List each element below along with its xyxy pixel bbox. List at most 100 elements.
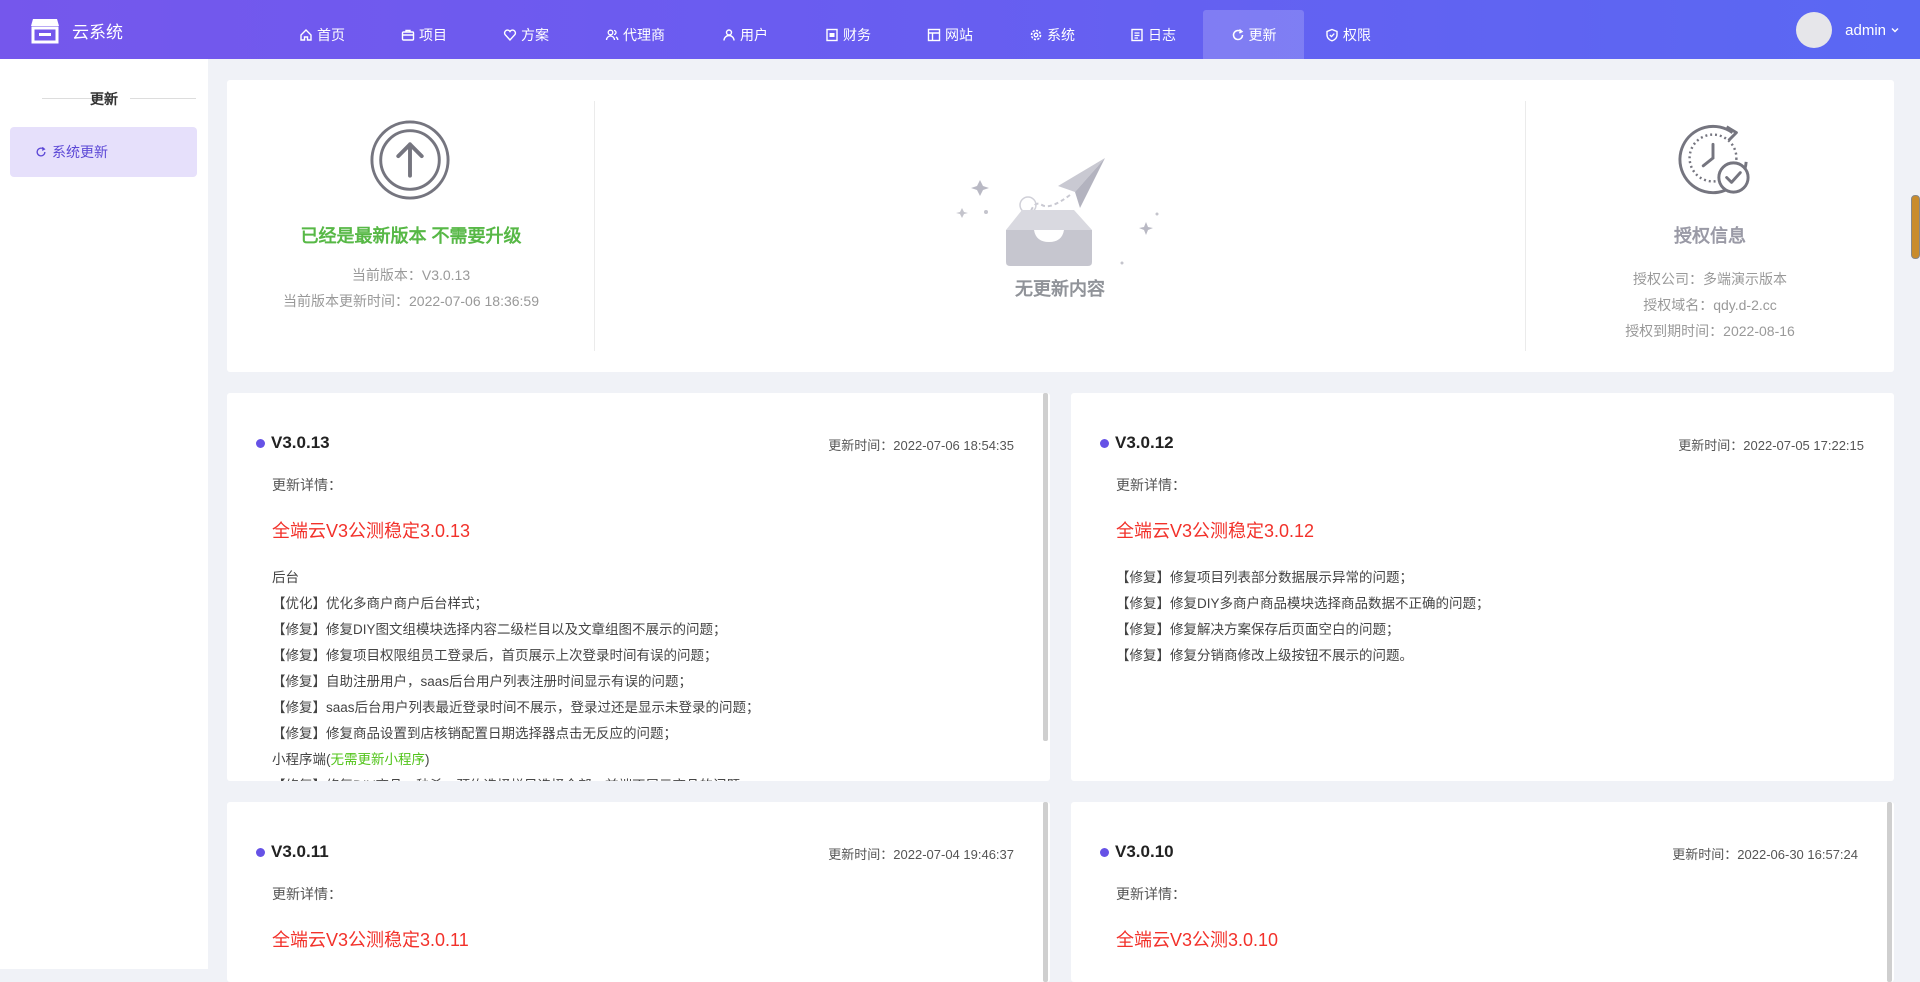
license-check-icon xyxy=(1678,124,1750,195)
version-body: 更新详情： 全端云V3公测3.0.10 xyxy=(1116,884,1864,974)
status-title: 已经是最新版本 不需要升级 xyxy=(300,226,522,246)
version-dot xyxy=(1100,847,1109,857)
version-time: 更新时间：2022-07-04 19:46:37 xyxy=(828,847,1014,862)
divider xyxy=(594,101,595,351)
version-number: V3.0.11 xyxy=(271,842,329,861)
app-name: 云系统 xyxy=(72,22,123,42)
version-dot xyxy=(256,847,265,857)
license-company: 授权公司：多端演示版本 xyxy=(1633,271,1787,287)
list-item: 【优化】优化多商户商户后台样式； xyxy=(272,596,488,611)
heart-icon xyxy=(503,28,517,41)
sidebar-item-label: 系统更新 xyxy=(52,144,108,160)
store-icon xyxy=(31,19,59,44)
version-card: V3.0.11 更新时间：2022-07-04 19:46:37 更新详情： 全… xyxy=(227,802,1050,982)
main-nav: 首页 项目 方案 代理商 用户 财务 网站 系统 日志 更新 权限 xyxy=(271,10,1392,59)
list-item: 【修复】修复DIY商品、秒杀、预约选择栏目选择全部，前端不展示商品的问题； xyxy=(272,773,1020,781)
detail-label: 更新详情： xyxy=(1116,477,1186,493)
list-item: 【修复】修复DIY图文组模块选择内容二级栏目以及文章组图不展示的问题； xyxy=(272,622,727,637)
list-item: 【修复】自助注册用户，saas后台用户列表注册时间显示有误的问题； xyxy=(272,674,693,689)
finance-icon xyxy=(826,28,838,41)
version-card: V3.0.12 更新时间：2022-07-05 17:22:15 更新详情： 全… xyxy=(1071,393,1894,781)
refresh-icon xyxy=(36,146,46,157)
nav-update[interactable]: 更新 xyxy=(1203,10,1304,59)
user-menu[interactable]: admin xyxy=(1796,12,1900,48)
detail-label: 更新详情： xyxy=(272,477,342,493)
users-icon xyxy=(605,29,619,40)
detail-label: 更新详情： xyxy=(272,886,342,902)
version-dot xyxy=(1100,438,1109,448)
version-time: 更新时间：2022-07-06 18:54:35 xyxy=(828,438,1014,453)
version-header: V3.0.11 xyxy=(256,842,329,862)
list-item: 【修复】修复项目权限组员工登录后，首页展示上次登录时间有误的问题； xyxy=(272,648,718,663)
sidebar: 更新 系统更新 xyxy=(0,59,208,969)
license-info: 授权信息 授权公司：多端演示版本 授权域名：qdy.d-2.cc 授权到期时间：… xyxy=(1526,80,1894,344)
logo[interactable]: 云系统 xyxy=(30,15,123,45)
nav-agents[interactable]: 代理商 xyxy=(577,10,693,59)
version-time: 更新时间：2022-06-30 16:57:24 xyxy=(1672,847,1858,862)
list-item: 【修复】修复解决方案保存后页面空白的问题； xyxy=(1116,622,1400,637)
divider xyxy=(130,98,196,99)
card-scrollbar[interactable] xyxy=(1887,802,1892,982)
list-item: 【修复】修复DIY多商户商品模块选择商品数据不正确的问题； xyxy=(1116,596,1490,611)
current-version-time: 当前版本更新时间：2022-07-06 18:36:59 xyxy=(283,293,539,309)
current-version: 当前版本：V3.0.13 xyxy=(351,267,471,283)
nav-solutions[interactable]: 方案 xyxy=(475,10,577,59)
username: admin xyxy=(1845,21,1886,39)
no-update-note: 无需更新小程序 xyxy=(330,752,426,767)
card-scrollbar[interactable] xyxy=(1043,802,1048,982)
upgrade-arrow-icon xyxy=(370,120,450,200)
list-item: 【修复】saas后台用户列表最近登录时间不展示，登录过还是显示未登录的问题； xyxy=(272,700,760,715)
shield-icon xyxy=(1326,28,1338,42)
refresh-icon xyxy=(1232,28,1243,40)
version-header: V3.0.13 xyxy=(256,433,330,453)
version-body: 更新详情： 全端云V3公测稳定3.0.12 【修复】修复项目列表部分数据展示异常… xyxy=(1116,475,1864,669)
version-number: V3.0.12 xyxy=(1115,433,1174,452)
sidebar-item-system-update[interactable]: 系统更新 xyxy=(10,127,197,177)
nav-system[interactable]: 系统 xyxy=(1001,10,1103,59)
briefcase-icon xyxy=(401,29,415,41)
release-title: 全端云V3公测3.0.10 xyxy=(1116,930,1279,950)
empty-title: 无更新内容 xyxy=(1015,279,1105,299)
version-status: 已经是最新版本 不需要升级 当前版本：V3.0.13 当前版本更新时间：2022… xyxy=(227,80,595,314)
log-icon xyxy=(1131,28,1143,41)
nav-logs[interactable]: 日志 xyxy=(1103,10,1203,59)
version-number: V3.0.10 xyxy=(1115,842,1174,861)
version-dot xyxy=(256,438,265,448)
sidebar-title: 更新 xyxy=(90,91,118,107)
version-summary-panel: 已经是最新版本 不需要升级 当前版本：V3.0.13 当前版本更新时间：2022… xyxy=(227,80,1894,372)
version-time: 更新时间：2022-07-05 17:22:15 xyxy=(1678,438,1864,453)
detail-label: 更新详情： xyxy=(1116,886,1186,902)
gear-icon xyxy=(1030,29,1042,40)
list-item: 【修复】修复项目列表部分数据展示异常的问题； xyxy=(1116,570,1413,585)
home-icon xyxy=(300,28,312,41)
user-icon xyxy=(723,28,735,41)
version-number: V3.0.13 xyxy=(271,433,330,452)
avatar[interactable] xyxy=(1796,12,1833,48)
nav-projects[interactable]: 项目 xyxy=(373,10,475,59)
nav-permissions[interactable]: 权限 xyxy=(1304,10,1392,59)
release-title: 全端云V3公测稳定3.0.12 xyxy=(1116,521,1315,541)
card-scrollbar[interactable] xyxy=(1043,393,1048,741)
nav-users[interactable]: 用户 xyxy=(693,10,797,59)
empty-inbox-icon xyxy=(956,158,1159,266)
nav-website[interactable]: 网站 xyxy=(899,10,1001,59)
license-domain: 授权域名：qdy.d-2.cc xyxy=(1643,297,1777,313)
version-card: V3.0.10 更新时间：2022-06-30 16:57:24 更新详情： 全… xyxy=(1071,802,1894,982)
release-title: 全端云V3公测稳定3.0.13 xyxy=(272,521,471,541)
top-navbar: 云系统 首页 项目 方案 代理商 用户 财务 网站 系统 日志 更新 权限 ad… xyxy=(0,0,1920,59)
page-scrollbar[interactable] xyxy=(1911,195,1920,259)
list-item: 【修复】修复分销商修改上级按钮不展示的问题。 xyxy=(1116,648,1413,663)
chevron-down-icon xyxy=(1891,28,1899,33)
version-body: 更新详情： 全端云V3公测稳定3.0.11 xyxy=(272,884,1020,974)
change-list: 后台 【优化】优化多商户商户后台样式； 【修复】修复DIY图文组模块选择内容二级… xyxy=(272,565,1020,781)
release-title: 全端云V3公测稳定3.0.11 xyxy=(272,930,469,950)
version-body: 更新详情： 全端云V3公测稳定3.0.13 后台 【优化】优化多商户商户后台样式… xyxy=(272,475,1020,781)
nav-finance[interactable]: 财务 xyxy=(797,10,899,59)
list-item: 小程序端(无需更新小程序) xyxy=(272,752,430,767)
license-expire: 授权到期时间：2022-08-16 xyxy=(1625,323,1795,339)
nav-home[interactable]: 首页 xyxy=(271,10,373,59)
license-title: 授权信息 xyxy=(1674,226,1746,246)
version-card: V3.0.13 更新时间：2022-07-06 18:54:35 更新详情： 全… xyxy=(227,393,1050,781)
website-icon xyxy=(927,28,941,41)
version-header: V3.0.12 xyxy=(1100,433,1174,453)
